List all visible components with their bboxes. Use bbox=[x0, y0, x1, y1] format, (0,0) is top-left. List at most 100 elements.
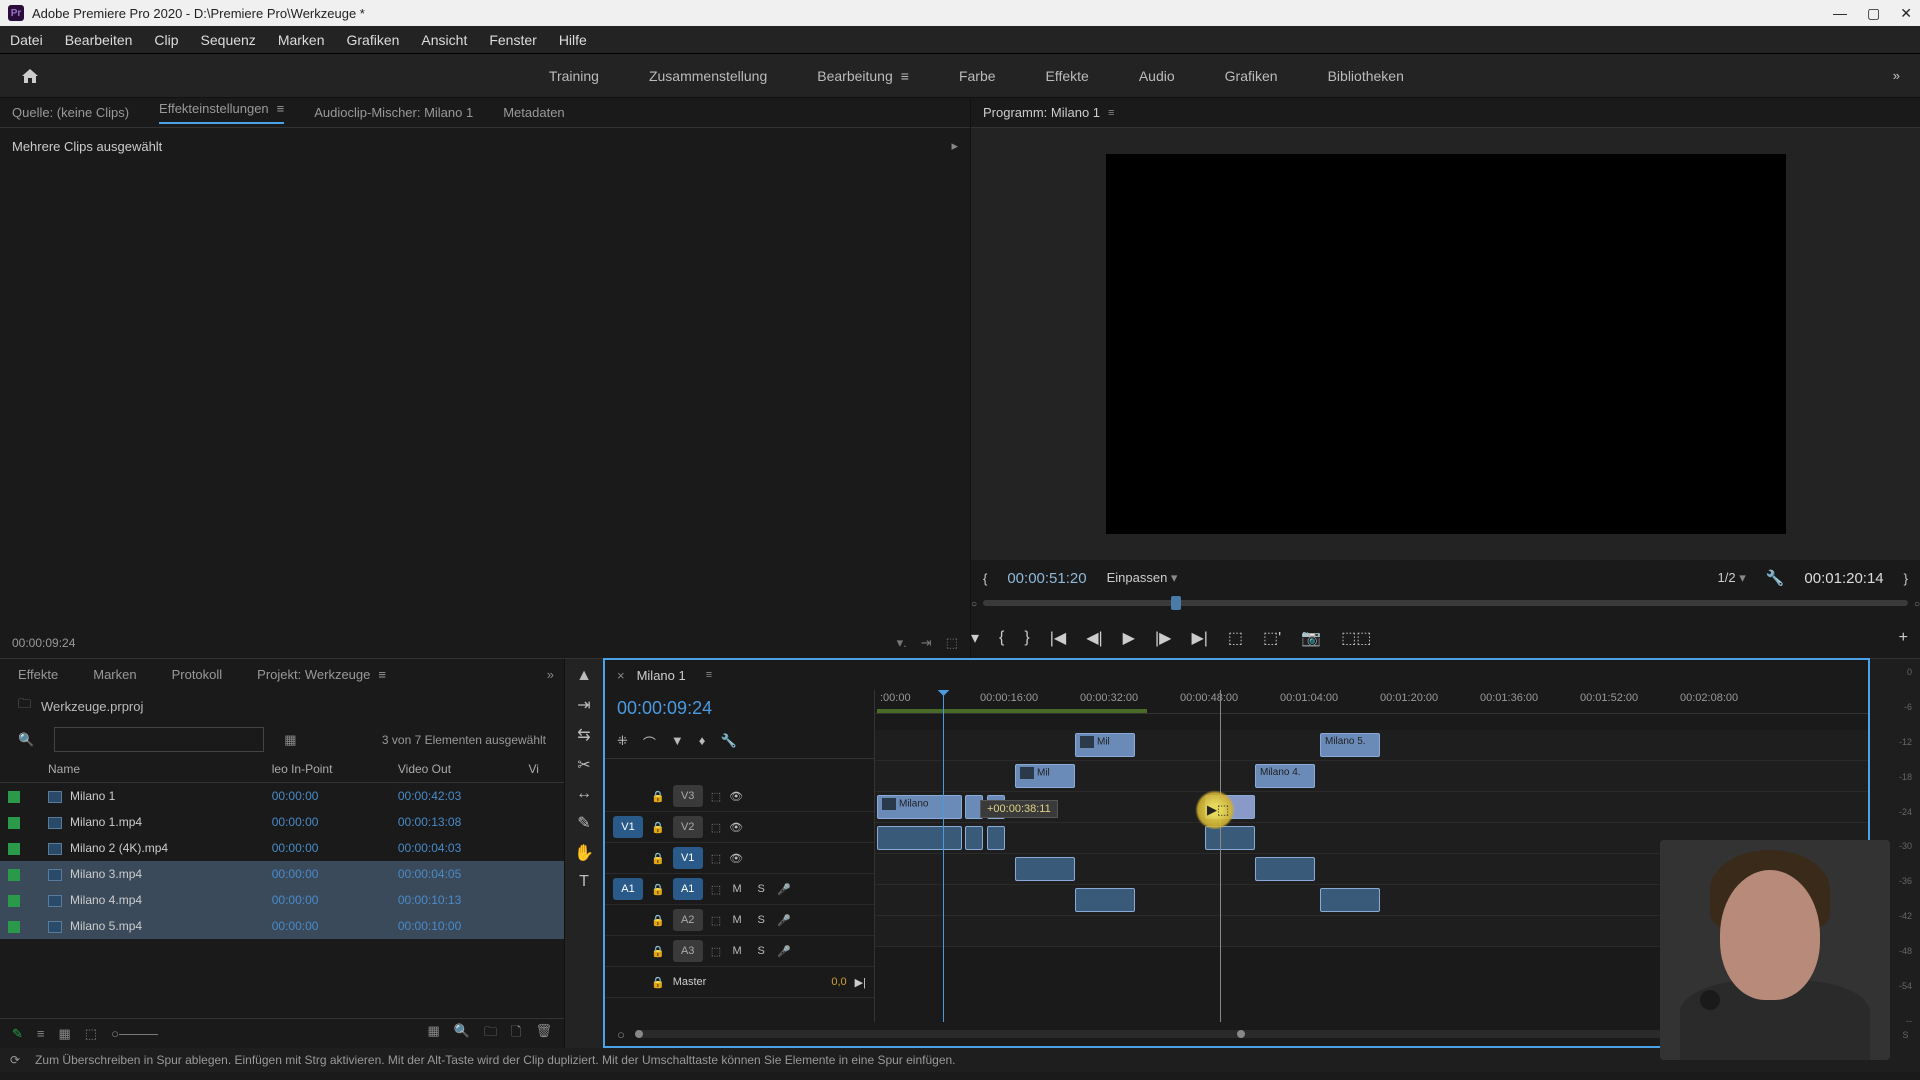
table-row[interactable]: Milano 1 00:00:00 00:00:42:03 bbox=[0, 783, 564, 810]
program-menu-icon[interactable]: ≡ bbox=[1108, 107, 1114, 119]
col-vi[interactable]: Vi bbox=[520, 756, 564, 783]
clip-a2[interactable] bbox=[1015, 857, 1075, 881]
col-name[interactable]: Name bbox=[40, 756, 264, 783]
new-item-icon[interactable]: 🗋 bbox=[511, 1023, 521, 1045]
razor-tool-icon[interactable]: ✂ bbox=[577, 755, 590, 775]
list-view-icon[interactable]: ≡ bbox=[37, 1026, 45, 1041]
track-v1[interactable]: V1 bbox=[673, 847, 703, 869]
snap-icon[interactable]: ⁜ bbox=[617, 733, 628, 752]
track-header-a3[interactable]: 🔒 A3 ⬚ M S 🎤 bbox=[605, 936, 874, 967]
tab-audioclip-mischer[interactable]: Audioclip-Mischer: Milano 1 bbox=[314, 105, 473, 120]
col-in[interactable]: leo In-Point bbox=[264, 756, 390, 783]
master-value[interactable]: 0,0 bbox=[831, 976, 846, 988]
lock-icon[interactable]: 🔒 bbox=[651, 945, 665, 958]
go-to-in-icon[interactable]: |◀ bbox=[1050, 628, 1066, 648]
menu-bearbeiten[interactable]: Bearbeiten bbox=[65, 32, 133, 48]
timeline-timecode[interactable]: 00:00:09:24 bbox=[605, 690, 874, 727]
clip-a1c[interactable] bbox=[987, 826, 1005, 850]
project-overflow-icon[interactable]: » bbox=[547, 667, 554, 682]
tl-settings-icon[interactable]: 🔧 bbox=[720, 733, 736, 752]
ripple-edit-tool-icon[interactable]: ⇆ bbox=[577, 725, 590, 745]
clip-v3[interactable]: Mil bbox=[1075, 733, 1135, 757]
minimize-button[interactable]: — bbox=[1833, 5, 1847, 22]
clip-v3b[interactable]: Milano 5. bbox=[1320, 733, 1380, 757]
track-header-v1[interactable]: 🔒 V1 ⬚ 👁 bbox=[605, 843, 874, 874]
find-icon[interactable]: 🔍 bbox=[454, 1023, 470, 1045]
mark-in-icon[interactable]: { bbox=[999, 629, 1004, 647]
mute-icon[interactable]: M bbox=[729, 883, 745, 895]
project-table[interactable]: Name leo In-Point Video Out Vi Milano 1 … bbox=[0, 756, 564, 1018]
add-marker-icon[interactable]: ▾ bbox=[971, 628, 979, 648]
type-tool-icon[interactable]: T bbox=[579, 873, 589, 891]
track-header-a2[interactable]: 🔒 A2 ⬚ M S 🎤 bbox=[605, 905, 874, 936]
menu-clip[interactable]: Clip bbox=[154, 32, 178, 48]
bracket-left-icon[interactable]: { bbox=[983, 571, 987, 586]
track-v3[interactable]: V3 bbox=[673, 785, 703, 807]
voiceover-icon[interactable]: 🎤 bbox=[777, 883, 791, 896]
mark-out-icon[interactable]: } bbox=[1024, 629, 1029, 647]
button-editor-icon[interactable]: + bbox=[1899, 629, 1908, 647]
close-sequence-icon[interactable]: × bbox=[617, 668, 625, 683]
overwrite-icon[interactable]: ⬚ bbox=[946, 635, 958, 651]
voiceover-icon[interactable]: 🎤 bbox=[777, 914, 791, 927]
eye-icon[interactable]: 👁 bbox=[729, 852, 743, 865]
solo-icon[interactable]: S bbox=[753, 945, 769, 957]
lock-icon[interactable]: 🔒 bbox=[651, 914, 665, 927]
lift-icon[interactable]: ⬚ bbox=[1228, 628, 1243, 648]
settings-icon[interactable]: 🔧 bbox=[1766, 569, 1785, 587]
zoom-slider[interactable]: ○——— bbox=[111, 1026, 158, 1041]
freeform-icon[interactable]: ⬚ bbox=[85, 1026, 97, 1042]
sync-lock-icon[interactable]: ⬚ bbox=[711, 821, 721, 834]
track-header-v3[interactable]: 🔒 V3 ⬚ 👁 bbox=[605, 781, 874, 812]
workspace-zusammenstellung[interactable]: Zusammenstellung bbox=[649, 68, 767, 84]
program-playhead-tc[interactable]: 00:00:51:20 bbox=[1007, 570, 1086, 587]
menu-fenster[interactable]: Fenster bbox=[489, 32, 536, 48]
workspace-menu-icon[interactable]: ≡ bbox=[901, 68, 909, 84]
track-v2[interactable]: V2 bbox=[673, 816, 703, 838]
track-a1[interactable]: A1 bbox=[673, 878, 703, 900]
track-header-v2[interactable]: V1 🔒 V2 ⬚ 👁 bbox=[605, 812, 874, 843]
timeline-scrollbar[interactable] bbox=[635, 1030, 1838, 1038]
workspace-overflow-icon[interactable]: » bbox=[1893, 68, 1900, 83]
selection-tool-icon[interactable]: ▲ bbox=[576, 667, 592, 685]
timeline-menu-icon[interactable]: ≡ bbox=[706, 669, 712, 681]
table-row[interactable]: Milano 5.mp4 00:00:00 00:00:10:00 bbox=[0, 913, 564, 939]
search-icon[interactable]: 🔍 bbox=[18, 732, 34, 748]
view-icon[interactable]: ▦ bbox=[284, 732, 296, 748]
menu-datei[interactable]: Datei bbox=[10, 32, 43, 48]
resolution-dropdown[interactable]: 1/2 bbox=[1718, 570, 1746, 586]
table-row[interactable]: Milano 2 (4K).mp4 00:00:00 00:00:04:03 bbox=[0, 835, 564, 861]
source-a1[interactable]: A1 bbox=[613, 878, 643, 900]
meter-solo-right[interactable]: S bbox=[1902, 1030, 1908, 1040]
lock-icon[interactable]: 🔒 bbox=[651, 821, 665, 834]
close-button[interactable]: ✕ bbox=[1900, 5, 1912, 22]
slip-tool-icon[interactable]: ↔ bbox=[576, 785, 592, 803]
sync-lock-icon[interactable]: ⬚ bbox=[711, 883, 721, 896]
search-input[interactable] bbox=[54, 727, 264, 752]
tab-projekt[interactable]: Projekt: Werkzeuge≡ bbox=[257, 667, 386, 682]
sync-lock-icon[interactable]: ⬚ bbox=[711, 914, 721, 927]
menu-ansicht[interactable]: Ansicht bbox=[421, 32, 467, 48]
clip-v2b[interactable]: Milano 4. bbox=[1255, 764, 1315, 788]
clip-a1b[interactable] bbox=[965, 826, 983, 850]
home-icon[interactable] bbox=[20, 67, 40, 85]
lock-icon[interactable]: 🔒 bbox=[651, 852, 665, 865]
program-playhead-marker[interactable] bbox=[1171, 596, 1181, 610]
pen-tool-icon[interactable]: ✎ bbox=[577, 813, 590, 833]
track-header-master[interactable]: 🔒 Master 0,0 ▶| bbox=[605, 967, 874, 998]
eye-icon[interactable]: 👁 bbox=[729, 821, 743, 834]
menu-grafiken[interactable]: Grafiken bbox=[347, 32, 400, 48]
expand-icon[interactable]: ▸ bbox=[951, 138, 958, 154]
menu-hilfe[interactable]: Hilfe bbox=[559, 32, 587, 48]
extract-icon[interactable]: ⬚' bbox=[1263, 628, 1281, 648]
step-back-icon[interactable]: ◀| bbox=[1086, 628, 1102, 648]
table-row[interactable]: Milano 4.mp4 00:00:00 00:00:10:13 bbox=[0, 887, 564, 913]
playhead[interactable] bbox=[943, 690, 944, 1022]
new-bin-icon[interactable]: 🗀 bbox=[484, 1023, 497, 1045]
source-v1[interactable]: V1 bbox=[613, 816, 643, 838]
project-menu-icon[interactable]: ≡ bbox=[378, 667, 386, 682]
comparison-icon[interactable]: ⬚⬚ bbox=[1341, 628, 1371, 648]
mute-icon[interactable]: M bbox=[729, 914, 745, 926]
marker-tool-icon[interactable]: ▼ bbox=[671, 733, 684, 752]
menu-marken[interactable]: Marken bbox=[278, 32, 325, 48]
